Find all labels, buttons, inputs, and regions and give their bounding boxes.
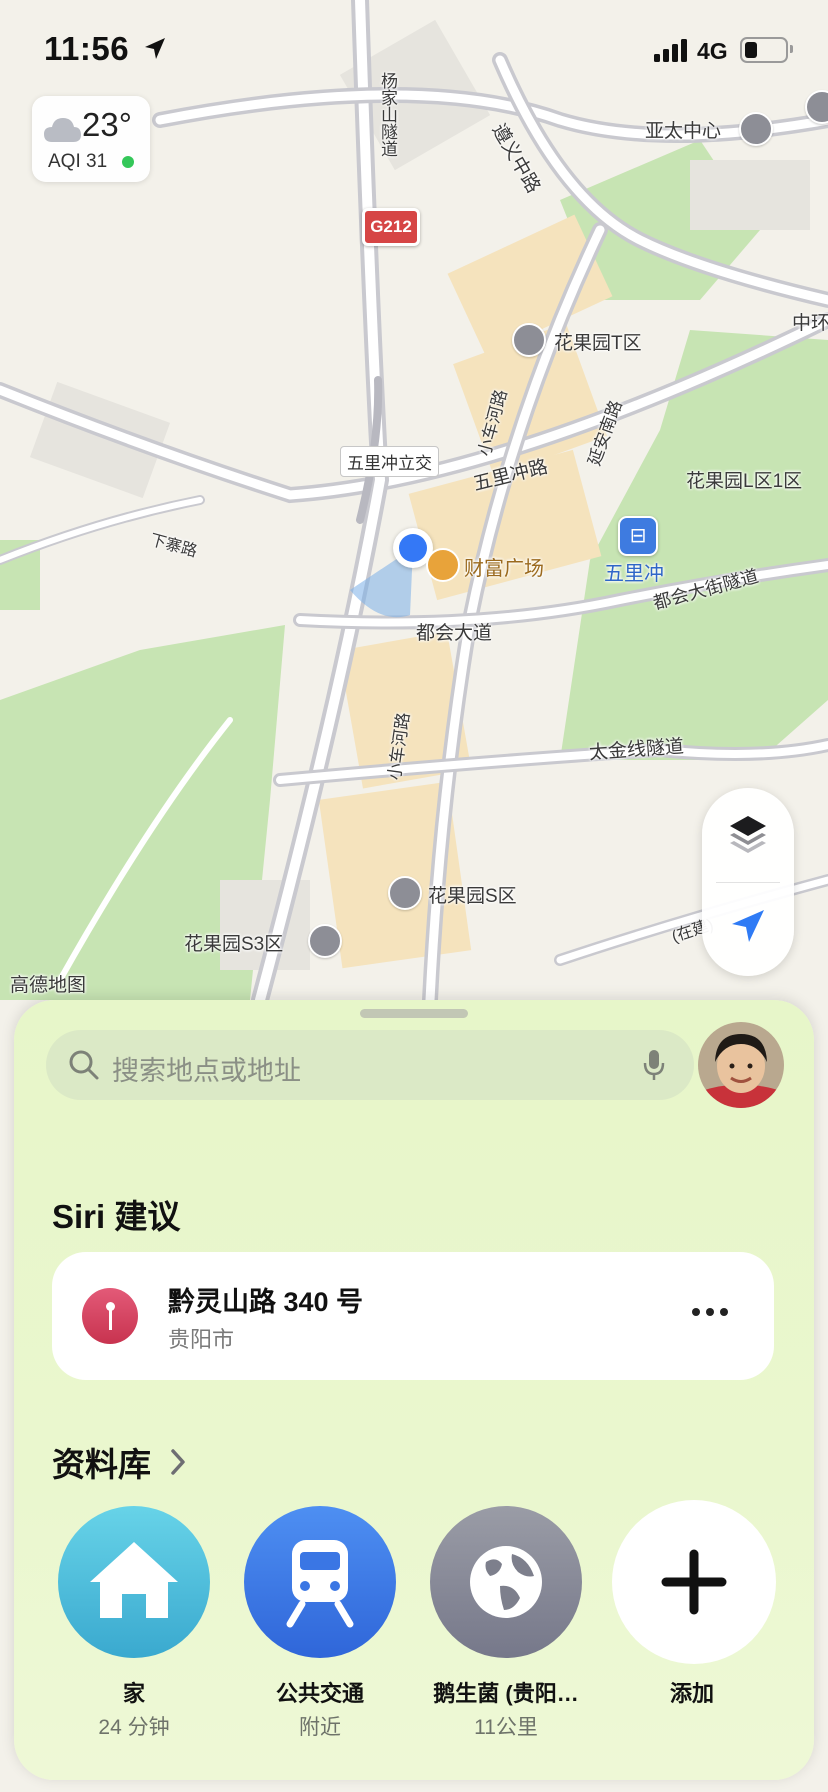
- signal-icon: [654, 39, 687, 62]
- search-input[interactable]: 搜索地点或地址: [112, 1049, 301, 1088]
- bottom-sheet[interactable]: 搜索地点或地址 Siri 建议 黔灵山路 340 号 贵阳市 资料库 家 24 …: [14, 1000, 814, 1780]
- building-icon[interactable]: [388, 876, 422, 910]
- controls-divider: [716, 882, 780, 883]
- suggestion-subtitle: 贵阳市: [168, 1327, 235, 1352]
- network-type: 4G: [697, 38, 728, 64]
- locate-me-icon[interactable]: [728, 906, 768, 946]
- map-label: 花果园L区1区: [686, 471, 803, 492]
- map-label: 花果园T区: [554, 333, 642, 354]
- library-item-sub: 11公里: [474, 1716, 538, 1739]
- suggestion-title: 黔灵山路 340 号: [168, 1287, 364, 1317]
- library-item-place[interactable]: 鹅生菌 (贵阳… 11公里: [426, 1506, 586, 1741]
- library-item-add[interactable]: 添加: [612, 1500, 776, 1711]
- map-label: 亚太中心: [645, 121, 722, 142]
- home-icon: [58, 1506, 210, 1658]
- library-item-sub: 24 分钟: [98, 1716, 170, 1739]
- map-label: 财富广场: [464, 558, 544, 580]
- map-label: 中环: [792, 313, 828, 334]
- sheet-grabber[interactable]: [360, 1009, 468, 1018]
- library-list: 家 24 分钟 公共交通 附近 鹅生菌 (贵阳… 11公里 添加: [14, 1500, 814, 1746]
- status-bar: 11:56 4G: [0, 0, 828, 100]
- status-time: 11:56: [44, 30, 130, 67]
- weather-temperature: 23°: [82, 106, 132, 143]
- library-item-name: 公共交通: [275, 1681, 364, 1706]
- siri-suggestions-heading: Siri 建议: [52, 1198, 181, 1235]
- building-icon[interactable]: [308, 924, 342, 958]
- map-attribution: 高德地图: [10, 975, 87, 996]
- building-icon[interactable]: [739, 112, 773, 146]
- microphone-icon[interactable]: [642, 1048, 666, 1082]
- battery-icon: [740, 37, 793, 63]
- map-controls: [702, 788, 794, 976]
- building-icon[interactable]: [512, 323, 546, 357]
- chevron-right-icon[interactable]: [168, 1448, 188, 1476]
- map-label: 花果园S区: [428, 886, 517, 907]
- train-icon: [244, 1506, 396, 1658]
- search-bar[interactable]: 搜索地点或地址: [46, 1030, 694, 1100]
- library-item-name: 鹅生菌 (贵阳…: [433, 1681, 579, 1706]
- cloud-icon: [44, 118, 81, 142]
- map-label: 都会大道: [416, 623, 493, 644]
- weather-aqi: AQI 31: [48, 151, 108, 172]
- avatar[interactable]: [698, 1022, 784, 1108]
- weather-widget[interactable]: 23° AQI 31: [32, 96, 150, 182]
- siri-suggestion-card[interactable]: 黔灵山路 340 号 贵阳市: [52, 1252, 774, 1380]
- map-layers-icon[interactable]: [726, 812, 770, 856]
- shopping-icon[interactable]: [426, 548, 460, 582]
- aqi-status-dot: [122, 156, 134, 168]
- library-item-name: 添加: [669, 1681, 714, 1706]
- library-item-sub: 附近: [299, 1716, 341, 1739]
- more-icon[interactable]: [692, 1308, 732, 1318]
- map-label: 五里冲: [604, 563, 664, 585]
- library-item-name: 家: [122, 1681, 145, 1706]
- globe-icon: [430, 1506, 582, 1658]
- library-item-transit[interactable]: 公共交通 附近: [240, 1506, 400, 1741]
- map-label: 花果园S3区: [184, 934, 284, 955]
- location-arrow-icon: [145, 38, 165, 59]
- pin-icon: [82, 1288, 138, 1344]
- library-item-home[interactable]: 家 24 分钟: [54, 1506, 214, 1741]
- search-icon: [69, 1050, 99, 1080]
- metro-station-icon[interactable]: ⊟: [618, 516, 658, 556]
- plus-icon: [612, 1500, 776, 1664]
- map-label-box: 五里冲立交: [340, 446, 439, 477]
- highway-shield-g212: G212: [362, 208, 420, 246]
- library-heading[interactable]: 资料库: [52, 1438, 151, 1486]
